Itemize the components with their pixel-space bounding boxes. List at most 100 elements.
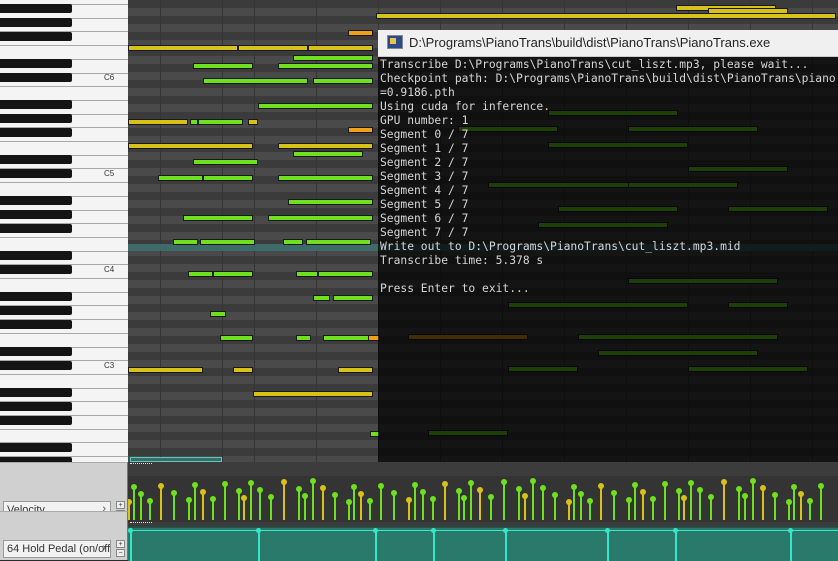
midi-note[interactable] <box>238 45 308 51</box>
velocity-stem[interactable] <box>442 481 448 520</box>
midi-note[interactable] <box>283 239 303 245</box>
black-key[interactable] <box>0 169 72 178</box>
velocity-stem[interactable] <box>807 498 813 520</box>
midi-note[interactable] <box>258 103 373 109</box>
velocity-stem[interactable] <box>688 480 694 520</box>
velocity-stem[interactable] <box>798 491 804 520</box>
black-key[interactable] <box>0 210 72 219</box>
velocity-stem[interactable] <box>358 491 364 520</box>
midi-note[interactable] <box>128 45 238 51</box>
midi-note[interactable] <box>188 271 213 277</box>
velocity-stem[interactable] <box>268 494 274 520</box>
velocity-stem[interactable] <box>772 492 778 520</box>
midi-note[interactable] <box>348 30 373 36</box>
black-key[interactable] <box>0 416 72 425</box>
midi-note[interactable] <box>128 119 188 125</box>
black-key[interactable] <box>0 18 72 27</box>
velocity-stem[interactable] <box>571 484 577 520</box>
velocity-stem[interactable] <box>210 496 216 520</box>
midi-note[interactable] <box>203 175 253 181</box>
velocity-stem[interactable] <box>391 490 397 520</box>
black-key[interactable] <box>0 224 72 233</box>
velocity-stem[interactable] <box>626 497 632 520</box>
midi-note[interactable] <box>220 335 253 341</box>
velocity-stem[interactable] <box>566 499 572 520</box>
velocity-stem[interactable] <box>171 490 177 520</box>
lane-resize-handle[interactable] <box>130 522 152 526</box>
velocity-stem[interactable] <box>708 494 714 520</box>
velocity-stem[interactable] <box>530 478 536 520</box>
velocity-stem[interactable] <box>456 488 462 520</box>
midi-note[interactable] <box>248 119 258 125</box>
black-key[interactable] <box>0 361 72 370</box>
black-key[interactable] <box>0 128 72 137</box>
black-key[interactable] <box>0 320 72 329</box>
midi-note[interactable] <box>190 119 198 125</box>
velocity-stem[interactable] <box>281 479 287 520</box>
black-key[interactable] <box>0 59 72 68</box>
velocity-stem[interactable] <box>750 478 756 520</box>
console-titlebar[interactable]: D:\Programs\PianoTrans\build\dist\PianoT… <box>378 30 838 57</box>
midi-note[interactable] <box>253 391 373 397</box>
velocity-stem[interactable] <box>552 492 558 520</box>
velocity-stem[interactable] <box>200 489 206 520</box>
black-key[interactable] <box>0 265 72 274</box>
velocity-stem[interactable] <box>128 499 132 520</box>
midi-note[interactable] <box>203 78 308 84</box>
midi-note[interactable] <box>288 199 373 205</box>
midi-note[interactable] <box>210 311 226 317</box>
velocity-stem[interactable] <box>332 492 338 520</box>
velocity-stem[interactable] <box>147 498 153 520</box>
midi-note[interactable] <box>308 45 373 51</box>
midi-note[interactable] <box>348 127 373 133</box>
velocity-stem[interactable] <box>186 497 192 520</box>
midi-note[interactable] <box>233 367 253 373</box>
velocity-stem[interactable] <box>632 482 638 520</box>
black-key[interactable] <box>0 292 72 301</box>
midi-note[interactable] <box>158 175 203 181</box>
black-key[interactable] <box>0 4 72 13</box>
black-key[interactable] <box>0 155 72 164</box>
midi-note[interactable] <box>333 295 373 301</box>
velocity-stem[interactable] <box>302 493 308 520</box>
velocity-stem[interactable] <box>578 491 584 520</box>
velocity-stem[interactable] <box>158 483 164 520</box>
midi-note[interactable] <box>200 239 255 245</box>
velocity-stem[interactable] <box>346 499 352 520</box>
velocity-stem[interactable] <box>598 483 604 520</box>
velocity-stem[interactable] <box>676 488 682 520</box>
velocity-stem[interactable] <box>662 481 668 520</box>
black-key[interactable] <box>0 73 72 82</box>
velocity-stem[interactable] <box>640 489 646 520</box>
midi-note[interactable] <box>198 119 243 125</box>
midi-note[interactable] <box>213 271 253 277</box>
black-key[interactable] <box>0 347 72 356</box>
piano-keyboard[interactable]: C6 C5 C4 C3 <box>0 0 129 462</box>
midi-note[interactable] <box>293 55 373 61</box>
midi-note[interactable] <box>318 271 373 277</box>
midi-note[interactable] <box>268 215 373 221</box>
midi-note[interactable] <box>193 63 253 69</box>
add-lane-button[interactable]: + <box>116 501 125 509</box>
velocity-stem[interactable] <box>587 498 593 520</box>
velocity-lane[interactable] <box>128 476 838 522</box>
black-key[interactable] <box>0 196 72 205</box>
pedal-lane[interactable] <box>128 527 838 561</box>
velocity-stem[interactable] <box>516 486 522 520</box>
velocity-stem[interactable] <box>241 495 247 520</box>
velocity-stem[interactable] <box>131 484 137 520</box>
midi-note[interactable] <box>313 78 373 84</box>
velocity-stem[interactable] <box>310 478 316 520</box>
midi-note[interactable] <box>296 335 311 341</box>
midi-note[interactable] <box>128 367 203 373</box>
velocity-stem[interactable] <box>611 490 617 520</box>
remove-lane-button[interactable]: − <box>116 549 125 557</box>
velocity-stem[interactable] <box>367 498 373 520</box>
velocity-stem[interactable] <box>296 486 302 520</box>
velocity-stem[interactable] <box>697 487 703 520</box>
black-key[interactable] <box>0 114 72 123</box>
velocity-stem[interactable] <box>818 483 824 520</box>
velocity-stem[interactable] <box>721 479 727 520</box>
midi-note[interactable] <box>193 159 258 165</box>
velocity-stem[interactable] <box>257 487 263 520</box>
